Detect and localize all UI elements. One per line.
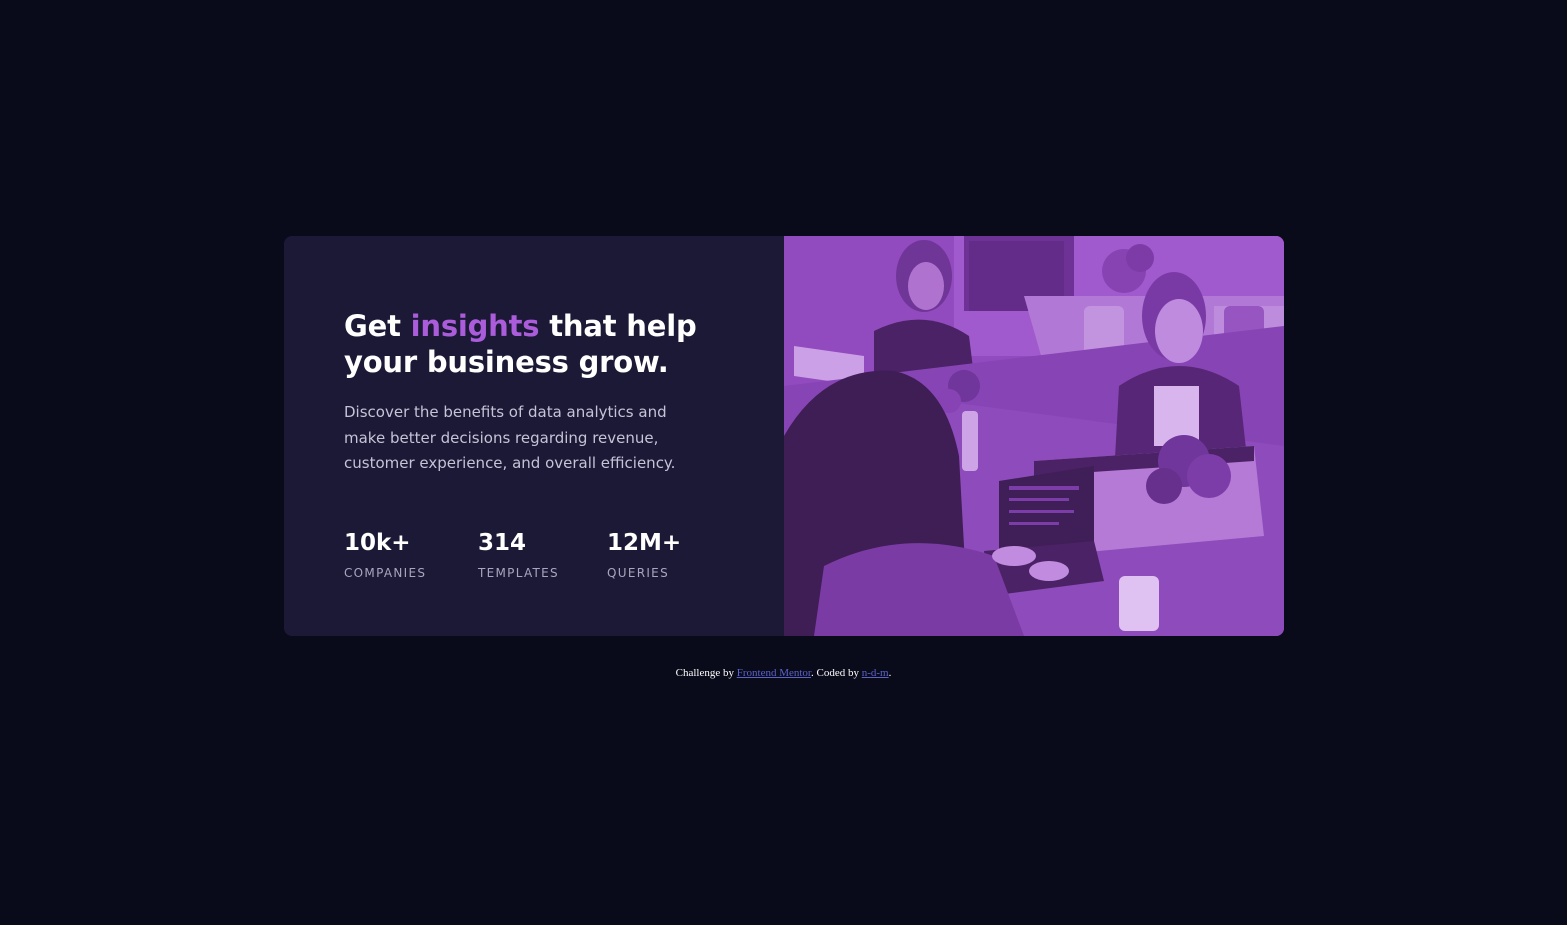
stats-preview-card: Get insights that help your business gro… <box>284 236 1284 636</box>
description: Discover the benefits of data analytics … <box>344 403 676 472</box>
headline: Get insights that help your business gro… <box>344 308 724 380</box>
headline-accent: insights <box>410 309 540 343</box>
stat-label: QUERIES <box>607 566 669 580</box>
stat-templates: 314 TEMPLATES <box>478 528 607 580</box>
office-photo-illustration <box>784 236 1284 636</box>
attribution-suffix: . <box>888 667 892 679</box>
card-text-section: Get insights that help your business gro… <box>284 236 784 636</box>
attribution-middle: . Coded by <box>810 667 862 679</box>
stats-row: 10k+ COMPANIES 314 TEMPLATES 12M+ QUERIE… <box>344 528 681 580</box>
stat-value: 10k+ <box>344 530 411 556</box>
stat-label: COMPANIES <box>344 566 427 580</box>
frontend-mentor-link[interactable]: Frontend Mentor <box>737 667 811 679</box>
stat-value: 314 <box>478 530 527 556</box>
headline-part1: Get <box>344 309 411 343</box>
attribution-prefix: Challenge by <box>675 667 737 679</box>
stat-companies: 10k+ COMPANIES <box>344 528 478 580</box>
stat-value: 12M+ <box>607 530 682 556</box>
stat-queries: 12M+ QUERIES <box>607 528 681 580</box>
attribution: Challenge by Frontend Mentor. Coded by n… <box>0 665 1567 681</box>
author-link[interactable]: n-d-m <box>862 667 889 679</box>
office-workers-image <box>784 236 1284 636</box>
stat-label: TEMPLATES <box>478 566 559 580</box>
